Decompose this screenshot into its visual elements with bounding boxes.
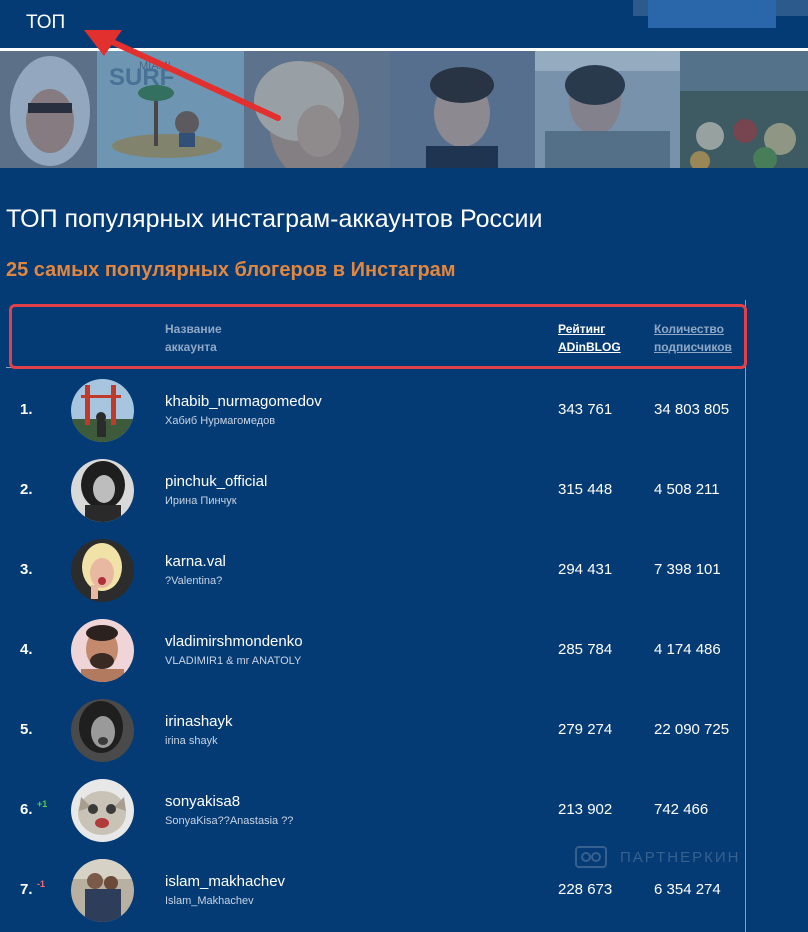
banner-photo-5 — [535, 51, 680, 168]
banner-photo-1 — [0, 51, 97, 168]
row-subscribers: 6 354 274 — [654, 881, 721, 898]
blogger-banner: MIAMI SURF — [0, 51, 808, 168]
banner-photo-1-image — [0, 51, 97, 168]
banner-photo-6-image — [680, 51, 808, 168]
table-row: 5. irinashayk irina shayk 279 274 22 090… — [6, 690, 746, 770]
avatar-image — [71, 539, 134, 602]
banner-photo-3 — [244, 51, 390, 168]
ranking-table: Название аккаунта Рейтинг ADinBLOG Колич… — [6, 300, 747, 932]
row-rating: 228 673 — [558, 881, 613, 898]
row-subscribers: 7 398 101 — [654, 561, 721, 578]
page-subtitle: 25 самых популярных блогеров в Инстаграм — [6, 259, 456, 281]
row-username[interactable]: khabib_nurmagomedov — [165, 393, 322, 410]
avatar[interactable] — [71, 459, 134, 522]
avatar-image — [71, 459, 134, 522]
banner-photo-6 — [680, 51, 808, 168]
row-rank-change: -1 — [37, 879, 46, 889]
row-rating: 315 448 — [558, 481, 613, 498]
row-username[interactable]: vladimirshmondenko — [165, 633, 303, 650]
row-rating: 294 431 — [558, 561, 613, 578]
table-row: 1. khabib_nurmagomedov Хабиб Нурмагомедо… — [6, 370, 746, 450]
row-fullname: ?Valentina? — [165, 575, 223, 587]
row-fullname: Islam_Makhachev — [165, 895, 254, 907]
banner-photo-5-image — [535, 51, 680, 168]
avatar[interactable] — [71, 859, 134, 922]
row-subscribers: 4 508 211 — [654, 481, 720, 498]
avatar[interactable] — [71, 699, 134, 762]
row-rank: 7. — [20, 881, 33, 898]
banner-photo-3-image — [244, 51, 390, 168]
banner-photo-4 — [390, 51, 535, 168]
banner-photo-2-image: MIAMI SURF — [97, 51, 244, 168]
row-rank: 4. — [20, 641, 33, 658]
row-rating: 213 902 — [558, 801, 613, 818]
avatar-image — [71, 779, 134, 842]
row-rating: 343 761 — [558, 401, 613, 418]
header-highlight-frame — [9, 304, 747, 369]
row-rank: 3. — [20, 561, 33, 578]
row-subscribers: 34 803 805 — [654, 401, 730, 418]
row-fullname: Хабиб Нурмагомедов — [165, 415, 276, 427]
row-rating: 285 784 — [558, 641, 613, 658]
row-fullname: irina shayk — [165, 735, 218, 747]
avatar-image — [71, 859, 134, 922]
row-rank-change: +1 — [37, 799, 48, 809]
row-fullname: SonyaKisa??Anastasia ?? — [165, 815, 294, 827]
row-rank: 5. — [20, 721, 33, 738]
table-row: 3. karna.val ?Valentina? 294 431 7 398 1… — [6, 530, 746, 610]
avatar[interactable] — [71, 619, 134, 682]
watermark-text: ПАРТНЕРКИН — [620, 849, 741, 866]
row-username[interactable]: irinashayk — [165, 713, 233, 730]
row-username[interactable]: pinchuk_official — [165, 473, 267, 490]
banner-surf-subtext: MIAMI — [139, 60, 171, 72]
avatar[interactable] — [71, 539, 134, 602]
top-decoration-block-inner — [648, 0, 776, 28]
banner-photo-2: MIAMI SURF — [97, 51, 244, 168]
row-subscribers: 22 090 725 — [654, 721, 730, 738]
watermark-logo-icon — [575, 846, 607, 868]
watermark: ПАРТНЕРКИН — [574, 843, 764, 873]
table-row: 4. vladimirshmondenko VLADIMIR1 & mr ANA… — [6, 610, 746, 690]
row-fullname: VLADIMIR1 & mr ANATOLY — [165, 655, 302, 667]
table-row: 6. +1 sonyakisa8 SonyaKisa??Anastasia ??… — [6, 770, 746, 850]
top-nav-link[interactable]: ТОП — [26, 12, 65, 34]
row-rank: 1. — [20, 401, 33, 418]
row-username[interactable]: islam_makhachev — [165, 873, 285, 890]
banner-photo-4-image — [390, 51, 535, 168]
row-subscribers: 742 466 — [654, 801, 709, 818]
top-navigation-bar: ТОП — [0, 0, 808, 48]
page-title: ТОП популярных инстаграм-аккаунтов Росси… — [6, 205, 543, 233]
avatar-image — [71, 699, 134, 762]
avatar[interactable] — [71, 379, 134, 442]
avatar-image — [71, 379, 134, 442]
row-rank: 2. — [20, 481, 33, 498]
row-username[interactable]: karna.val — [165, 553, 226, 570]
avatar[interactable] — [71, 779, 134, 842]
banner-surf-text: SURF — [109, 64, 174, 91]
row-username[interactable]: sonyakisa8 — [165, 793, 240, 810]
row-rank: 6. — [20, 801, 33, 818]
row-rating: 279 274 — [558, 721, 613, 738]
row-fullname: Ирина Пинчук — [165, 495, 237, 507]
row-subscribers: 4 174 486 — [654, 641, 721, 658]
avatar-image — [71, 619, 134, 682]
table-row: 2. pinchuk_official Ирина Пинчук 315 448… — [6, 450, 746, 530]
